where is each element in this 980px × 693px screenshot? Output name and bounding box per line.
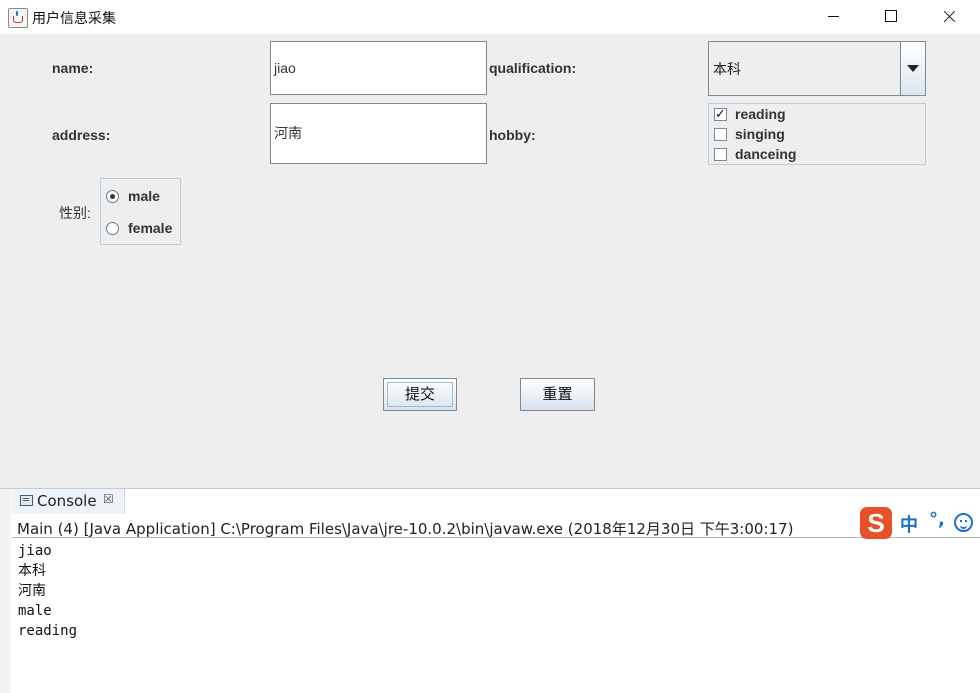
smiley-icon[interactable]	[954, 513, 973, 532]
console-tab-label: Console	[37, 492, 97, 510]
qualification-selected-value: 本科	[713, 62, 741, 78]
radio-icon[interactable]	[106, 190, 119, 203]
hobby-checkbox-group: ✓ reading singing danceing	[708, 103, 926, 165]
name-label: name:	[52, 60, 94, 76]
console-view: Console ☒ Main (4) [Java Application] C:…	[0, 488, 980, 693]
sogou-logo-icon[interactable]: S	[860, 507, 892, 539]
minimize-button[interactable]	[810, 0, 856, 34]
checkbox-label: reading	[735, 106, 786, 122]
gender-label: 性别:	[59, 205, 91, 221]
gender-radio-group: male female	[100, 178, 181, 245]
dropdown-arrow-icon[interactable]	[900, 42, 925, 95]
console-line: reading	[18, 623, 78, 639]
console-divider	[12, 537, 980, 538]
address-label: address:	[52, 127, 111, 143]
address-field[interactable]: 河南	[270, 103, 487, 164]
tab-console[interactable]: Console ☒	[12, 489, 125, 514]
checkbox-icon[interactable]: ✓	[714, 108, 727, 121]
hobby-label: hobby:	[489, 127, 536, 143]
console-process-header: Main (4) [Java Application] C:\Program F…	[17, 520, 794, 538]
name-field[interactable]: jiao	[270, 41, 487, 95]
console-left-edge	[0, 489, 11, 693]
checkbox-label: danceing	[735, 146, 797, 162]
submit-button[interactable]: 提交	[383, 378, 457, 411]
qualification-combobox[interactable]: 本科	[708, 41, 926, 96]
window-titlebar: 用户信息采集	[0, 0, 980, 34]
radio-label: male	[128, 188, 160, 204]
ime-chinese-mode-button[interactable]: 中	[900, 511, 918, 537]
radio-label: female	[128, 220, 173, 236]
console-line: 本科	[18, 563, 46, 579]
console-output[interactable]: jiao 本科 河南 male reading	[18, 541, 77, 641]
maximize-button[interactable]	[868, 0, 914, 34]
checkbox-label: singing	[735, 126, 785, 142]
close-button[interactable]	[926, 0, 972, 34]
console-icon	[20, 495, 33, 506]
qualification-label: qualification:	[489, 60, 577, 76]
checkbox-icon[interactable]	[714, 128, 727, 141]
console-line: 河南	[18, 583, 46, 599]
checkbox-icon[interactable]	[714, 148, 727, 161]
ime-punctuation-button[interactable]: °,	[929, 509, 945, 530]
console-line: jiao	[18, 543, 52, 559]
reset-button[interactable]: 重置	[520, 378, 595, 411]
radio-icon[interactable]	[106, 222, 119, 235]
close-tab-icon[interactable]: ☒	[103, 492, 114, 506]
window-title: 用户信息采集	[32, 11, 116, 27]
console-line: male	[18, 603, 52, 619]
java-app-icon	[8, 8, 28, 28]
